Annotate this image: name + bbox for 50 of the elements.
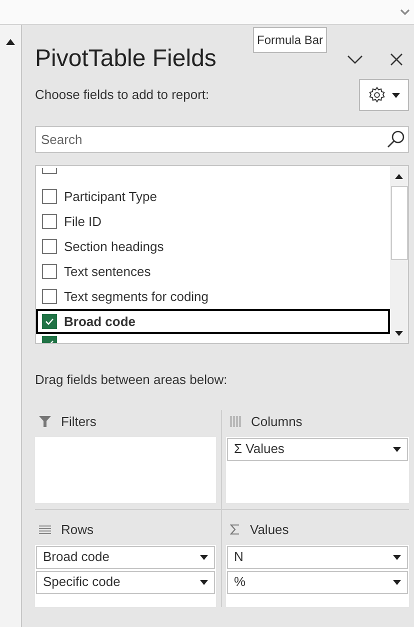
field-dropdown[interactable]: Specific code bbox=[36, 570, 215, 594]
caret-icon bbox=[393, 554, 401, 560]
area-label: Values bbox=[250, 520, 289, 539]
scroll-up-icon[interactable] bbox=[395, 174, 403, 178]
checkbox[interactable] bbox=[42, 239, 57, 254]
scroll-up-icon[interactable] bbox=[6, 39, 15, 45]
scroll-down-icon[interactable] bbox=[395, 330, 403, 336]
field-label[interactable]: Broad code bbox=[64, 312, 136, 332]
caret-icon bbox=[393, 446, 401, 452]
checkbox[interactable] bbox=[42, 189, 57, 204]
area-label: Rows bbox=[61, 520, 94, 539]
chevron-down-icon[interactable] bbox=[347, 54, 363, 64]
field-dropdown[interactable]: Broad code bbox=[36, 546, 215, 568]
instruction-text: Choose fields to add to report: bbox=[35, 86, 210, 104]
check-icon bbox=[45, 318, 54, 325]
field-dropdown[interactable]: N bbox=[227, 546, 408, 568]
field-label[interactable]: Text segments for coding bbox=[64, 286, 209, 306]
field-dropdown[interactable]: Σ Values bbox=[227, 438, 408, 460]
field-label[interactable]: Section headings bbox=[64, 236, 164, 256]
caret-icon bbox=[200, 554, 208, 560]
filter-icon bbox=[39, 416, 51, 427]
close-icon[interactable] bbox=[390, 52, 403, 66]
instruction-text: Drag fields between areas below: bbox=[35, 371, 228, 389]
caret-icon bbox=[392, 92, 400, 98]
drop-area[interactable]: Σ Values bbox=[226, 436, 409, 502]
field-label[interactable]: Participant Type bbox=[64, 186, 157, 206]
panel-title: PivotTable Fields bbox=[35, 47, 216, 71]
area-label: Filters bbox=[61, 412, 96, 431]
scroll-thumb[interactable] bbox=[390, 186, 408, 260]
columns-icon bbox=[230, 416, 241, 427]
search-icon[interactable] bbox=[387, 130, 405, 148]
tooltip: Formula Bar bbox=[253, 27, 328, 53]
drop-area[interactable]: N % bbox=[226, 544, 409, 606]
field-label[interactable]: Text sentences bbox=[64, 262, 151, 282]
caret-icon bbox=[393, 580, 401, 584]
rows-icon bbox=[39, 525, 51, 534]
checkbox[interactable] bbox=[42, 314, 57, 329]
checkbox[interactable] bbox=[42, 289, 57, 304]
area-label: Columns bbox=[251, 412, 302, 431]
checkbox[interactable] bbox=[42, 214, 57, 229]
field-label[interactable]: File ID bbox=[64, 212, 102, 232]
checkbox[interactable] bbox=[42, 264, 57, 279]
scrollbar[interactable] bbox=[390, 166, 408, 343]
field-dropdown[interactable]: % bbox=[227, 570, 408, 594]
caret-icon bbox=[200, 580, 208, 584]
gear-icon bbox=[368, 86, 386, 104]
search-field[interactable]: Search bbox=[35, 126, 409, 153]
settings-button[interactable] bbox=[359, 79, 409, 111]
drop-area[interactable]: Broad code Specific code bbox=[35, 544, 216, 606]
sigma-icon bbox=[230, 524, 240, 535]
